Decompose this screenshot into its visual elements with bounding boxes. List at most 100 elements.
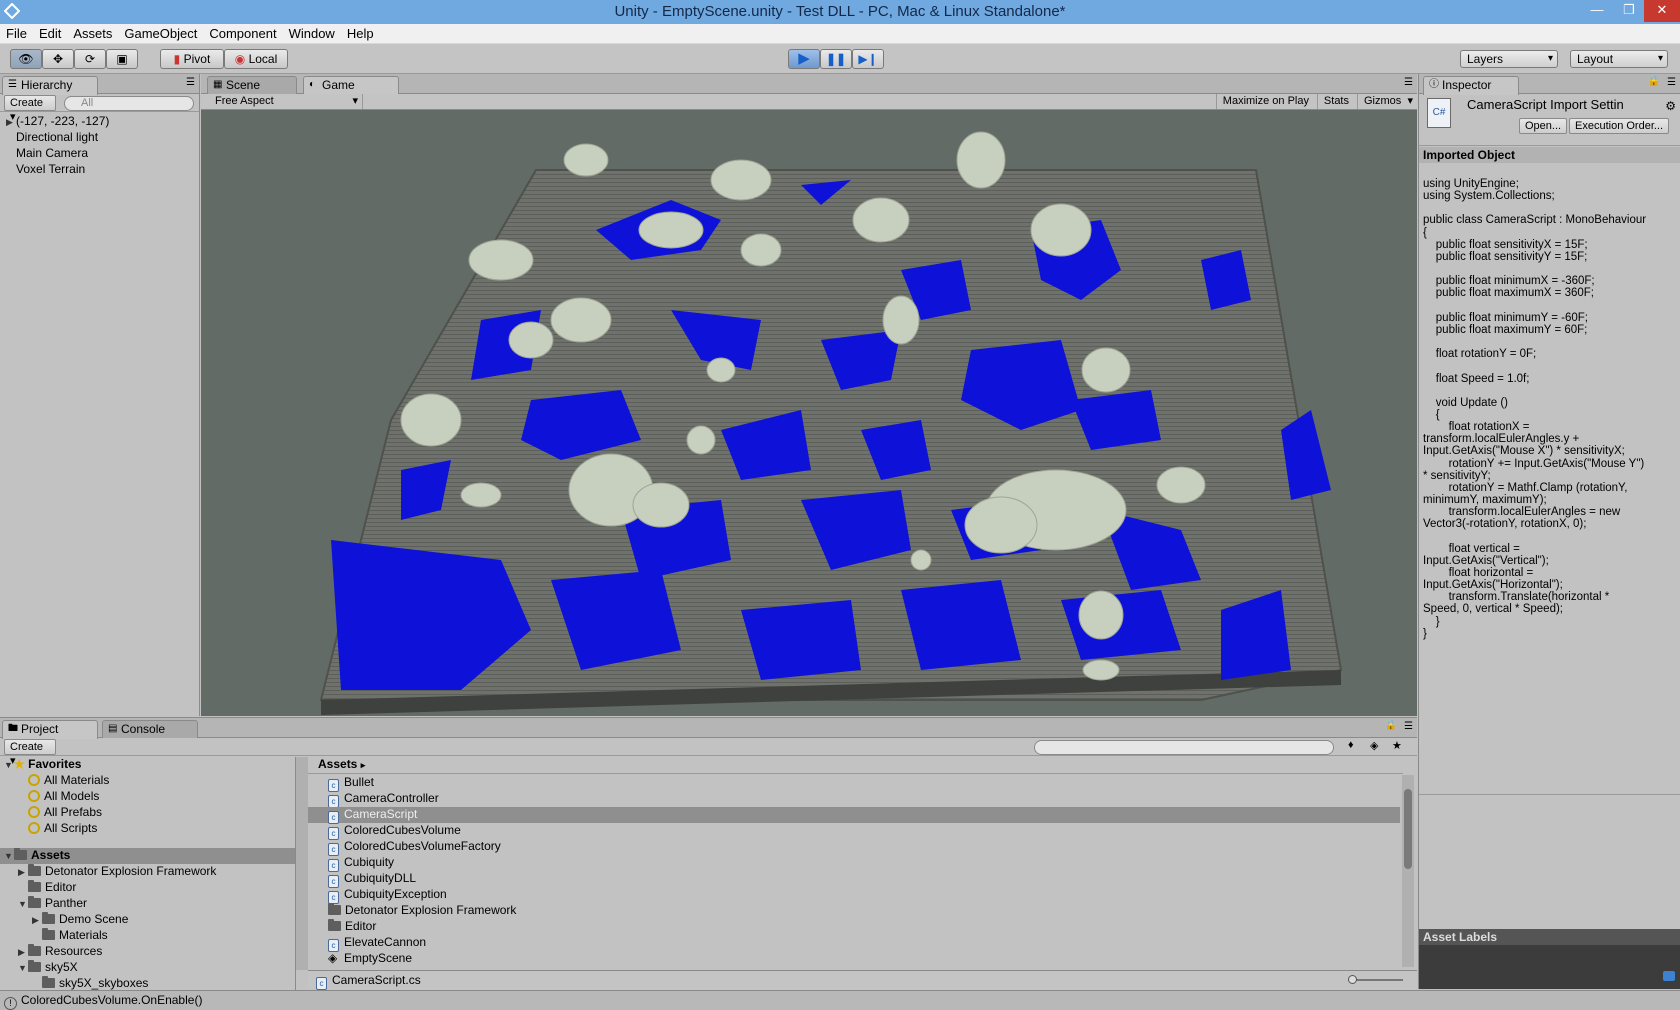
menu-window[interactable]: Window	[283, 24, 341, 44]
hierarchy-item[interactable]: Main Camera	[16, 146, 88, 162]
status-text[interactable]: ColoredCubesVolume.OnEnable()	[21, 993, 202, 1007]
close-button[interactable]: ✕	[1644, 0, 1680, 22]
stats-toggle[interactable]: Stats	[1316, 94, 1355, 109]
assets-breadcrumb[interactable]: Assets ▸	[318, 757, 365, 773]
pause-button[interactable]: ❚❚	[820, 49, 852, 69]
asset-item[interactable]: c CubiquityDLL	[328, 871, 416, 888]
aspect-dropdown[interactable]: Free Aspect ▾	[203, 94, 363, 109]
favorite-item[interactable]: All Scripts	[28, 821, 97, 837]
menu-component[interactable]: Component	[203, 24, 282, 44]
folder-icon	[28, 896, 41, 908]
expand-arrow-icon[interactable]: ▶	[6, 115, 16, 130]
menu-edit[interactable]: Edit	[33, 24, 67, 44]
tab-hierarchy[interactable]: ☰ Hierarchy	[2, 76, 98, 95]
panel-menu-icon[interactable]: ☰	[1404, 721, 1413, 732]
asset-item[interactable]: c CubiquityException	[328, 887, 447, 904]
menu-assets[interactable]: Assets	[67, 24, 118, 44]
asset-item[interactable]: ◈ EmptyScene	[328, 951, 412, 967]
tree-folder[interactable]: ▶ Demo Scene	[32, 912, 128, 928]
expand-arrow-icon[interactable]: ▶	[18, 865, 28, 880]
tree-folder[interactable]: sky5X_skyboxes	[32, 976, 148, 990]
tree-folder[interactable]: Editor	[18, 880, 76, 896]
open-button[interactable]: Open...	[1519, 118, 1568, 134]
play-button[interactable]: ▶	[788, 49, 820, 69]
asset-item[interactable]: Editor	[328, 919, 376, 935]
tree-folder[interactable]: ▶ Detonator Explosion Framework	[18, 864, 216, 880]
panel-menu-icon[interactable]: ☰	[1404, 77, 1413, 88]
hierarchy-tabstrip: ☰ Hierarchy ☰	[0, 74, 199, 95]
hierarchy-item[interactable]: Voxel Terrain	[16, 162, 85, 178]
asset-item[interactable]: c ElevateCannon	[328, 935, 426, 952]
asset-item[interactable]: c CameraController	[328, 791, 439, 808]
label-tag-icon[interactable]	[1663, 971, 1675, 981]
gear-icon[interactable]: ⚙	[1665, 99, 1676, 113]
asset-item[interactable]: Detonator Explosion Framework	[328, 903, 516, 919]
view-tool-button[interactable]: 👁	[10, 49, 42, 69]
game-toolbar: Free Aspect ▾ Maximize on Play Stats Gizm…	[201, 94, 1417, 110]
tab-console[interactable]: ▤ Console	[102, 720, 198, 738]
expand-arrow-icon[interactable]: ▼	[18, 961, 28, 976]
hierarchy-item[interactable]: ▶ (-127, -223, -127)	[6, 114, 109, 130]
project-create-button[interactable]: Create ▾	[4, 739, 56, 767]
expand-arrow-icon[interactable]: ▶	[18, 945, 28, 960]
tree-folder[interactable]: ▼ Panther	[18, 896, 87, 912]
layers-dropdown[interactable]: Layers	[1460, 50, 1558, 68]
minimize-button[interactable]: —	[1582, 0, 1612, 22]
asset-item[interactable]: c Bullet	[328, 775, 374, 792]
expand-arrow-icon[interactable]: ▶	[32, 913, 42, 928]
tab-project-label: Project	[21, 722, 59, 736]
menu-file[interactable]: File	[0, 24, 33, 44]
panel-menu-icon[interactable]: ☰	[1667, 77, 1676, 88]
execution-order-button[interactable]: Execution Order...	[1569, 118, 1670, 134]
tab-project[interactable]: 🖿 Project	[2, 720, 98, 739]
asset-list-scrollbar[interactable]	[1402, 775, 1414, 967]
asset-item-selected[interactable]: c CameraScript	[308, 807, 1400, 824]
filter-label-icon[interactable]: ◈	[1370, 739, 1378, 752]
lock-icon[interactable]: 🔒	[1648, 76, 1660, 87]
expand-arrow-icon[interactable]: ▼	[4, 849, 14, 864]
asset-item[interactable]: c ColoredCubesVolume	[328, 823, 461, 840]
assets-root-node[interactable]: ▼ Assets	[0, 848, 295, 864]
tree-scrollbar[interactable]	[296, 757, 308, 970]
asset-item[interactable]: c ColoredCubesVolumeFactory	[328, 839, 501, 856]
voxel-terrain-view[interactable]	[201, 110, 1417, 716]
local-toggle[interactable]: ◉ Local	[224, 49, 288, 69]
star-icon[interactable]: ★	[1392, 739, 1402, 752]
favorite-item[interactable]: All Materials	[28, 773, 109, 789]
filter-type-icon[interactable]: ♦	[1348, 739, 1354, 751]
rotate-tool-button[interactable]: ⟳	[74, 49, 106, 69]
tab-inspector[interactable]: ⓘ Inspector	[1423, 76, 1519, 95]
menu-gameobject[interactable]: GameObject	[118, 24, 203, 44]
tab-game[interactable]: ◐ Game	[303, 76, 399, 95]
hierarchy-create-button[interactable]: Create ▾	[4, 95, 56, 123]
scale-tool-button[interactable]: ▣	[106, 49, 138, 69]
asset-list-area: Assets ▸ c Bullet c CameraController c Came…	[308, 757, 1417, 990]
lock-icon[interactable]: 🔒	[1385, 720, 1397, 731]
icon-size-slider[interactable]	[1348, 975, 1403, 984]
expand-arrow-icon[interactable]: ▼	[4, 758, 14, 773]
tree-folder[interactable]: Materials	[32, 928, 108, 944]
favorites-node[interactable]: ▼★ Favorites	[4, 757, 81, 773]
maximize-on-play-toggle[interactable]: Maximize on Play	[1215, 94, 1315, 109]
panel-menu-icon[interactable]: ☰	[186, 77, 195, 88]
scrollbar-thumb[interactable]	[1404, 789, 1412, 869]
pivot-toggle[interactable]: ▮ Pivot	[160, 49, 224, 69]
favorite-item[interactable]: All Prefabs	[28, 805, 102, 821]
tree-folder[interactable]: ▼ sky5X	[18, 960, 78, 976]
expand-arrow-icon[interactable]: ▼	[18, 897, 28, 912]
hierarchy-search-input[interactable]: All	[64, 96, 194, 111]
move-tool-button[interactable]: ✥	[42, 49, 74, 69]
menu-help[interactable]: Help	[341, 24, 380, 44]
layout-dropdown[interactable]: Layout	[1570, 50, 1668, 68]
slider-handle[interactable]	[1348, 975, 1357, 984]
project-search-input[interactable]	[1034, 740, 1334, 755]
gizmos-dropdown[interactable]: Gizmos ▾	[1357, 94, 1417, 109]
step-button[interactable]: ▶❙	[852, 49, 884, 69]
asset-item[interactable]: c Cubiquity	[328, 855, 394, 872]
tab-scene[interactable]: ▦ Scene	[207, 76, 297, 94]
search-icon	[28, 822, 40, 834]
restore-button[interactable]: ❐	[1614, 0, 1644, 22]
tree-folder[interactable]: ▶ Resources	[18, 944, 102, 960]
favorite-item[interactable]: All Models	[28, 789, 99, 805]
hierarchy-item[interactable]: Directional light	[16, 130, 98, 146]
